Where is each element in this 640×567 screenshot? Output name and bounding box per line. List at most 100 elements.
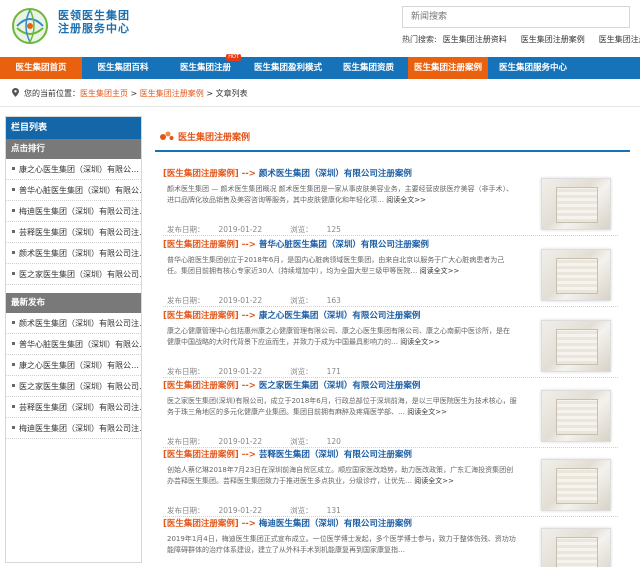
bullet-icon [12, 384, 15, 387]
rank-item[interactable]: 梅迪医生集团（深圳）有限公司注… [6, 201, 141, 222]
nav-qualification[interactable]: 医生集团资质 [329, 57, 408, 79]
article-separator [163, 516, 618, 517]
nav-cases[interactable]: 医生集团注册案例 [408, 57, 488, 79]
article-summary-text: 医之家医生集团(深圳)有限公司，成立于2018年6月，行政总部位于深圳前海，是以… [167, 397, 517, 416]
article-name[interactable]: 颜术医生集团（深圳）有限公司注册案例 [259, 169, 412, 179]
article-category[interactable]: [医生集团注册案例] [163, 519, 239, 529]
nav-home-label: 医生集团首页 [15, 63, 67, 73]
bullet-icon [12, 230, 15, 233]
views-label: 浏览： [290, 296, 313, 305]
latest-item-label: 颜术医生集团（深圳）有限公司注… [19, 319, 141, 328]
site-header: 医领医生集团 注册服务中心 热门搜索: 医生集团注册资料 医生集团注册案例 医生集团注… [0, 0, 640, 56]
rank-item-label: 医之家医生集团（深圳）有限公司… [19, 270, 141, 279]
nav-service-center[interactable]: 医生集团服务中心 [488, 57, 578, 79]
rank-item-label: 普华心脏医生集团（深圳）有限公… [19, 186, 141, 195]
location-pin-icon [12, 88, 19, 97]
globe-logo-icon[interactable] [8, 6, 52, 46]
article-category[interactable]: [医生集团注册案例] [163, 240, 239, 250]
read-more-link[interactable]: 阅读全文>> [400, 338, 440, 346]
rank-item-label: 康之心医生集团（深圳）有限公… [19, 165, 139, 174]
article-arrow: --> [241, 240, 256, 250]
article-name[interactable]: 普华心脏医生集团（深圳）有限公司注册案例 [259, 240, 429, 250]
read-more-link[interactable]: 阅读全文>> [420, 267, 460, 275]
nav-qualification-label: 医生集团资质 [342, 63, 394, 73]
read-more-link[interactable]: 阅读全文>> [414, 477, 454, 485]
logo-line2: 注册服务中心 [58, 22, 130, 35]
latest-item[interactable]: 普华心脏医生集团（深圳）有限公… [6, 334, 141, 355]
article-item: [医生集团注册案例] --> 颜术医生集团（深圳）有限公司注册案例 颜术医生集团… [163, 168, 633, 236]
article-views: 131 [326, 506, 341, 515]
article-item: [医生集团注册案例] --> 芸释医生集团（深圳）有限公司注册案例 创始人蔡亿琳… [163, 449, 633, 517]
article-meta: 发布日期： 2019-01-22 浏览： 131 [167, 505, 369, 516]
rank-item[interactable]: 芸释医生集团（深圳）有限公司注… [6, 222, 141, 243]
article-meta: 发布日期： 2019-01-22 浏览： 125 [167, 224, 369, 235]
nav-profit-model[interactable]: 医生集团盈利模式 [247, 57, 329, 79]
article-separator [163, 447, 618, 448]
article-date: 2019-01-22 [218, 367, 263, 376]
certificate-thumbnail[interactable] [541, 528, 611, 567]
rank-item-label: 芸释医生集团（深圳）有限公司注… [19, 228, 141, 237]
article-category[interactable]: [医生集团注册案例] [163, 381, 239, 391]
breadcrumb-section[interactable]: 医生集团注册案例 [140, 89, 204, 98]
certificate-thumbnail[interactable] [541, 178, 611, 230]
article-summary: 2019年1月4日，梅迪医生集团正式宣布成立。一位医学博士发起，多个医学博士参与… [167, 534, 517, 556]
latest-item[interactable]: 芸释医生集团（深圳）有限公司注… [6, 397, 141, 418]
main-nav: 医生集团首页 医生集团百科 医生集团注册 HOT 医生集团盈利模式 医生集团资质 … [0, 54, 640, 79]
article-item: [医生集团注册案例] --> 普华心脏医生集团（深圳）有限公司注册案例 普华心脏… [163, 239, 633, 307]
views-label: 浏览： [290, 225, 313, 234]
latest-item[interactable]: 康之心医生集团（深圳）有限公… [6, 355, 141, 376]
nav-register[interactable]: 医生集团注册 HOT [164, 54, 247, 79]
nav-encyclopedia[interactable]: 医生集团百科 [82, 57, 164, 79]
article-category[interactable]: [医生集团注册案例] [163, 450, 239, 460]
rank-item-label: 梅迪医生集团（深圳）有限公司注… [19, 207, 141, 216]
views-label: 浏览： [290, 506, 313, 515]
certificate-thumbnail[interactable] [541, 390, 611, 442]
nav-home[interactable]: 医生集团首页 [0, 57, 82, 79]
certificate-thumbnail[interactable] [541, 249, 611, 301]
article-name[interactable]: 芸释医生集团（深圳）有限公司注册案例 [259, 450, 412, 460]
hot-link-cases[interactable]: 医生集团注册案例 [521, 35, 585, 44]
breadcrumb-current: 文章列表 [215, 89, 248, 98]
rank-item[interactable]: 颜术医生集团（深圳）有限公司注… [6, 243, 141, 264]
article-separator [163, 377, 618, 378]
read-more-link[interactable]: 阅读全文>> [386, 196, 426, 204]
article-item: [医生集团注册案例] --> 康之心医生集团（深圳）有限公司注册案例 康之心健康… [163, 310, 633, 378]
article-name[interactable]: 医之家医生集团（深圳）有限公司注册案例 [259, 381, 421, 391]
article-category[interactable]: [医生集团注册案例] [163, 169, 239, 179]
rank-item[interactable]: 普华心脏医生集团（深圳）有限公… [6, 180, 141, 201]
bullet-icon [12, 363, 15, 366]
hot-link-register[interactable]: 医生集团注册 [599, 35, 640, 44]
article-summary: 康之心健康管理中心包括惠州康之心健康管理有限公司、康之心医生集团有限公司、康之心… [167, 326, 517, 348]
nav-service-center-label: 医生集团服务中心 [498, 63, 567, 73]
latest-item-label: 普华心脏医生集团（深圳）有限公… [19, 340, 141, 349]
latest-item[interactable]: 颜术医生集团（深圳）有限公司注… [6, 313, 141, 334]
article-date: 2019-01-22 [218, 296, 263, 305]
read-more-link[interactable]: 阅读全文>> [407, 408, 447, 416]
latest-item[interactable]: 梅迪医生集团（深圳）有限公司注… [6, 418, 141, 439]
page-title: 医生集团注册案例 [160, 130, 250, 143]
breadcrumb-prefix: 您的当前位置： [24, 89, 80, 98]
article-name[interactable]: 康之心医生集团（深圳）有限公司注册案例 [259, 311, 421, 321]
bullet-icon [12, 321, 15, 324]
article-name[interactable]: 梅迪医生集团（深圳）有限公司注册案例 [259, 519, 412, 529]
article-category[interactable]: [医生集团注册案例] [163, 311, 239, 321]
nav-profit-model-label: 医生集团盈利模式 [253, 63, 322, 73]
article-views: 171 [326, 367, 341, 376]
rank-item[interactable]: 医之家医生集团（深圳）有限公司… [6, 264, 141, 285]
search-input[interactable] [402, 6, 630, 28]
hot-link-materials[interactable]: 医生集团注册资料 [443, 35, 507, 44]
article-summary: 医之家医生集团(深圳)有限公司，成立于2018年6月，行政总部位于深圳前海，是以… [167, 396, 517, 418]
rank-item-label: 颜术医生集团（深圳）有限公司注… [19, 249, 141, 258]
latest-item[interactable]: 医之家医生集团（深圳）有限公司… [6, 376, 141, 397]
date-label: 发布日期： [167, 367, 205, 376]
certificate-thumbnail[interactable] [541, 320, 611, 372]
breadcrumb-home[interactable]: 医生集团主页 [80, 89, 128, 98]
rank-item[interactable]: 康之心医生集团（深圳）有限公… [6, 159, 141, 180]
views-label: 浏览： [290, 437, 313, 446]
hot-search: 热门搜索: 医生集团注册资料 医生集团注册案例 医生集团注册 [402, 34, 640, 45]
certificate-thumbnail[interactable] [541, 459, 611, 511]
sidebar: 栏目列表 点击排行 康之心医生集团（深圳）有限公… 普华心脏医生集团（深圳）有限… [5, 116, 142, 563]
logo-line1: 医领医生集团 [58, 9, 130, 22]
article-meta: 发布日期： 2019-01-22 浏览： 163 [167, 295, 369, 306]
logo-text[interactable]: 医领医生集团 注册服务中心 [58, 9, 130, 35]
